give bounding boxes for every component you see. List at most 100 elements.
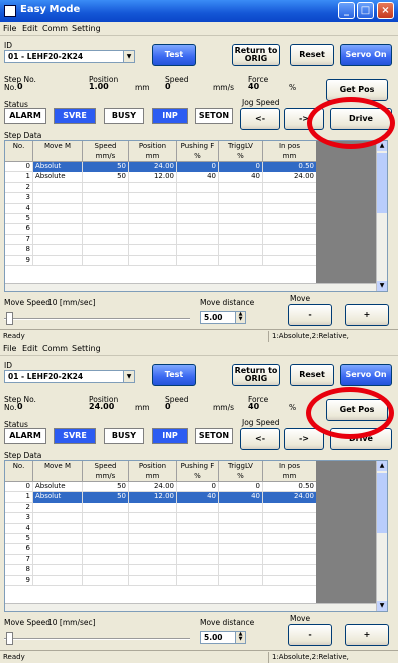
table-row[interactable]: 6 xyxy=(5,224,317,235)
menu-file[interactable]: File xyxy=(3,24,16,33)
maximize-icon[interactable]: □ xyxy=(357,2,374,19)
table-cell-move[interactable] xyxy=(33,534,83,545)
table-cell-position xyxy=(129,502,177,514)
chevron-down-icon[interactable]: ▼ xyxy=(123,51,134,62)
table-row[interactable]: 2 xyxy=(5,182,317,194)
horizontal-scrollbar[interactable] xyxy=(5,283,376,291)
table-row[interactable]: 1 Absolute 50 12.00 40 40 24.00 xyxy=(5,172,317,183)
table-row[interactable]: 8 xyxy=(5,565,317,576)
table-cell-no: 6 xyxy=(5,224,33,235)
spinner-icon[interactable]: ▲ ▼ xyxy=(235,312,245,323)
column-title: No. xyxy=(12,462,25,470)
table-row[interactable]: 8 xyxy=(5,245,317,256)
table-cell-move[interactable]: Absolute xyxy=(33,172,83,183)
reset-button[interactable]: Reset xyxy=(290,44,334,66)
table-cell-move[interactable] xyxy=(33,245,83,256)
table-cell-move[interactable]: Absolut xyxy=(33,162,83,173)
minimize-icon[interactable]: _ xyxy=(338,2,355,19)
table-row[interactable]: 1 Absolut 50 12.00 40 40 24.00 xyxy=(5,492,317,503)
table-cell-move[interactable] xyxy=(33,565,83,576)
table-cell-move[interactable] xyxy=(33,193,83,204)
return-to-orig-button[interactable]: Return to ORIG xyxy=(232,44,280,66)
table-row[interactable]: 7 xyxy=(5,554,317,566)
table-cell-move[interactable]: Absolute xyxy=(33,482,83,493)
jog-left-button[interactable]: <- xyxy=(240,108,280,130)
table-cell-move[interactable] xyxy=(33,575,83,586)
table-row[interactable]: 0 Absolute 50 24.00 0 0 0.50 xyxy=(5,482,317,493)
move-minus-button[interactable]: - xyxy=(288,624,332,646)
force-value: 40 xyxy=(248,82,260,91)
chevron-down-icon[interactable]: ▼ xyxy=(123,371,134,382)
table-row[interactable]: 7 xyxy=(5,234,317,246)
servo-on-button[interactable]: Servo On xyxy=(340,364,392,386)
table-cell-move[interactable] xyxy=(33,214,83,225)
move-distance-input[interactable]: 5.00 ▲ ▼ xyxy=(200,631,246,644)
move-plus-button[interactable]: + xyxy=(345,624,389,646)
table-cell-push: 40 xyxy=(177,492,219,503)
slider-knob[interactable] xyxy=(6,312,13,325)
step-data-table[interactable]: No. Move M Speed mm/s Position mm Pushing F% Tr… xyxy=(4,140,388,292)
table-row[interactable]: 6 xyxy=(5,544,317,555)
menu-edit[interactable]: Edit xyxy=(22,24,38,33)
table-cell-inpos xyxy=(263,255,317,266)
table-row[interactable]: 5 xyxy=(5,534,317,545)
table-row[interactable]: 9 xyxy=(5,575,317,586)
table-cell-move[interactable] xyxy=(33,523,83,534)
table-cell-move[interactable] xyxy=(33,224,83,235)
scroll-thumb[interactable] xyxy=(377,153,387,213)
scroll-thumb[interactable] xyxy=(377,473,387,533)
table-row[interactable]: 9 xyxy=(5,255,317,266)
reset-button[interactable]: Reset xyxy=(290,364,334,386)
return-to-orig-button[interactable]: Return to ORIG xyxy=(232,364,280,386)
table-cell-move[interactable] xyxy=(33,513,83,524)
table-cell-move[interactable]: Absolut xyxy=(33,492,83,503)
move-speed-slider[interactable] xyxy=(4,632,190,646)
spinner-icon[interactable]: ▲ ▼ xyxy=(235,632,245,643)
table-cell-move[interactable] xyxy=(33,554,83,566)
table-row[interactable]: 5 xyxy=(5,214,317,225)
table-cell-trig xyxy=(219,554,263,566)
id-select[interactable]: 01 - LEHF20-2K24 ▼ xyxy=(4,370,135,383)
move-speed-slider[interactable] xyxy=(4,312,190,326)
table-cell-move[interactable] xyxy=(33,234,83,246)
move-distance-input[interactable]: 5.00 ▲ ▼ xyxy=(200,311,246,324)
table-cell-move[interactable] xyxy=(33,544,83,555)
table-cell-move[interactable] xyxy=(33,182,83,194)
jog-left-button[interactable]: <- xyxy=(240,428,280,450)
table-row[interactable]: 3 xyxy=(5,513,317,524)
column-title: TriggLV xyxy=(228,462,253,470)
vertical-scrollbar[interactable]: ▲ ▼ xyxy=(376,141,387,291)
menu-comm[interactable]: Comm xyxy=(42,24,68,33)
table-cell-move[interactable] xyxy=(33,502,83,514)
scroll-up-icon[interactable]: ▲ xyxy=(377,461,387,471)
servo-on-button[interactable]: Servo On xyxy=(340,44,392,66)
table-row[interactable]: 4 xyxy=(5,523,317,534)
menu-file[interactable]: File xyxy=(3,344,16,353)
table-cell-move[interactable] xyxy=(33,255,83,266)
move-minus-button[interactable]: - xyxy=(288,304,332,326)
table-row[interactable]: 2 xyxy=(5,502,317,514)
table-cell-speed xyxy=(83,214,129,225)
scroll-down-icon[interactable]: ▼ xyxy=(377,601,387,611)
horizontal-scrollbar[interactable] xyxy=(5,603,376,611)
scroll-down-icon[interactable]: ▼ xyxy=(377,281,387,291)
table-row[interactable]: 0 Absolut 50 24.00 0 0 0.50 xyxy=(5,162,317,173)
table-cell-inpos xyxy=(263,534,317,545)
column-unit: mm/s xyxy=(95,152,116,160)
test-button[interactable]: Test xyxy=(152,44,196,66)
vertical-scrollbar[interactable]: ▲ ▼ xyxy=(376,461,387,611)
menu-setting[interactable]: Setting xyxy=(72,24,101,33)
id-select[interactable]: 01 - LEHF20-2K24 ▼ xyxy=(4,50,135,63)
test-button[interactable]: Test xyxy=(152,364,196,386)
move-distance-label: Move distance xyxy=(200,298,255,307)
menu-edit[interactable]: Edit xyxy=(22,344,38,353)
table-row[interactable]: 4 xyxy=(5,203,317,214)
step-data-table[interactable]: No. Move M Speed mm/s Position mm Pushing F% Tr… xyxy=(4,460,388,612)
slider-knob[interactable] xyxy=(6,632,13,645)
close-icon[interactable]: × xyxy=(377,2,394,19)
move-plus-button[interactable]: + xyxy=(345,304,389,326)
table-cell-move[interactable] xyxy=(33,203,83,214)
menu-comm[interactable]: Comm xyxy=(42,344,68,353)
table-row[interactable]: 3 xyxy=(5,193,317,204)
menu-setting[interactable]: Setting xyxy=(72,344,101,353)
